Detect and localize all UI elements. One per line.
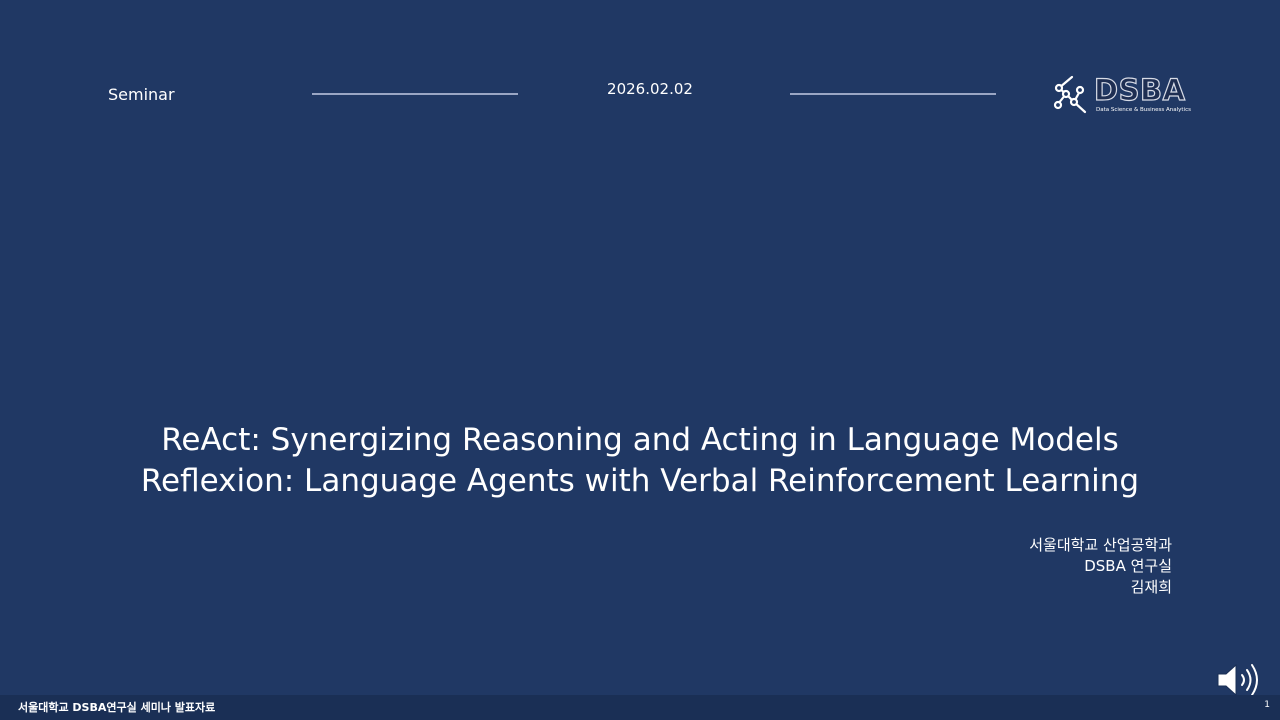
footer-text: 서울대학교 DSBA연구실 세미나 발표자료 bbox=[18, 701, 216, 714]
header-rule-right bbox=[790, 93, 996, 95]
slide: Seminar 2026.02.02 DSBA Data Science & B… bbox=[0, 0, 1280, 720]
title-line-1: ReAct: Synergizing Reasoning and Acting … bbox=[161, 422, 1119, 458]
author-info: 서울대학교 산업공학과 DSBA 연구실 김재희 bbox=[1029, 535, 1172, 598]
author-name: 김재희 bbox=[1130, 578, 1172, 596]
header-label: Seminar bbox=[108, 85, 175, 104]
page-number: 1 bbox=[1264, 700, 1270, 710]
header-date: 2026.02.02 bbox=[607, 80, 693, 98]
author-lab: DSBA 연구실 bbox=[1084, 557, 1172, 575]
footer-bar: 서울대학교 DSBA연구실 세미나 발표자료 1 bbox=[0, 695, 1280, 720]
author-affiliation: 서울대학교 산업공학과 bbox=[1029, 536, 1172, 554]
network-nodes-icon bbox=[1053, 75, 1087, 114]
logo-text: DSBA bbox=[1093, 72, 1186, 107]
header-rule-left bbox=[312, 93, 518, 95]
logo-subtitle: Data Science & Business Analytics bbox=[1096, 107, 1191, 113]
presentation-title: ReAct: Synergizing Reasoning and Acting … bbox=[40, 420, 1240, 502]
title-line-2: Reflexion: Language Agents with Verbal R… bbox=[140, 463, 1140, 499]
speaker-volume-icon[interactable] bbox=[1214, 660, 1266, 700]
dsba-logo: DSBA Data Science & Business Analytics bbox=[1052, 72, 1202, 118]
